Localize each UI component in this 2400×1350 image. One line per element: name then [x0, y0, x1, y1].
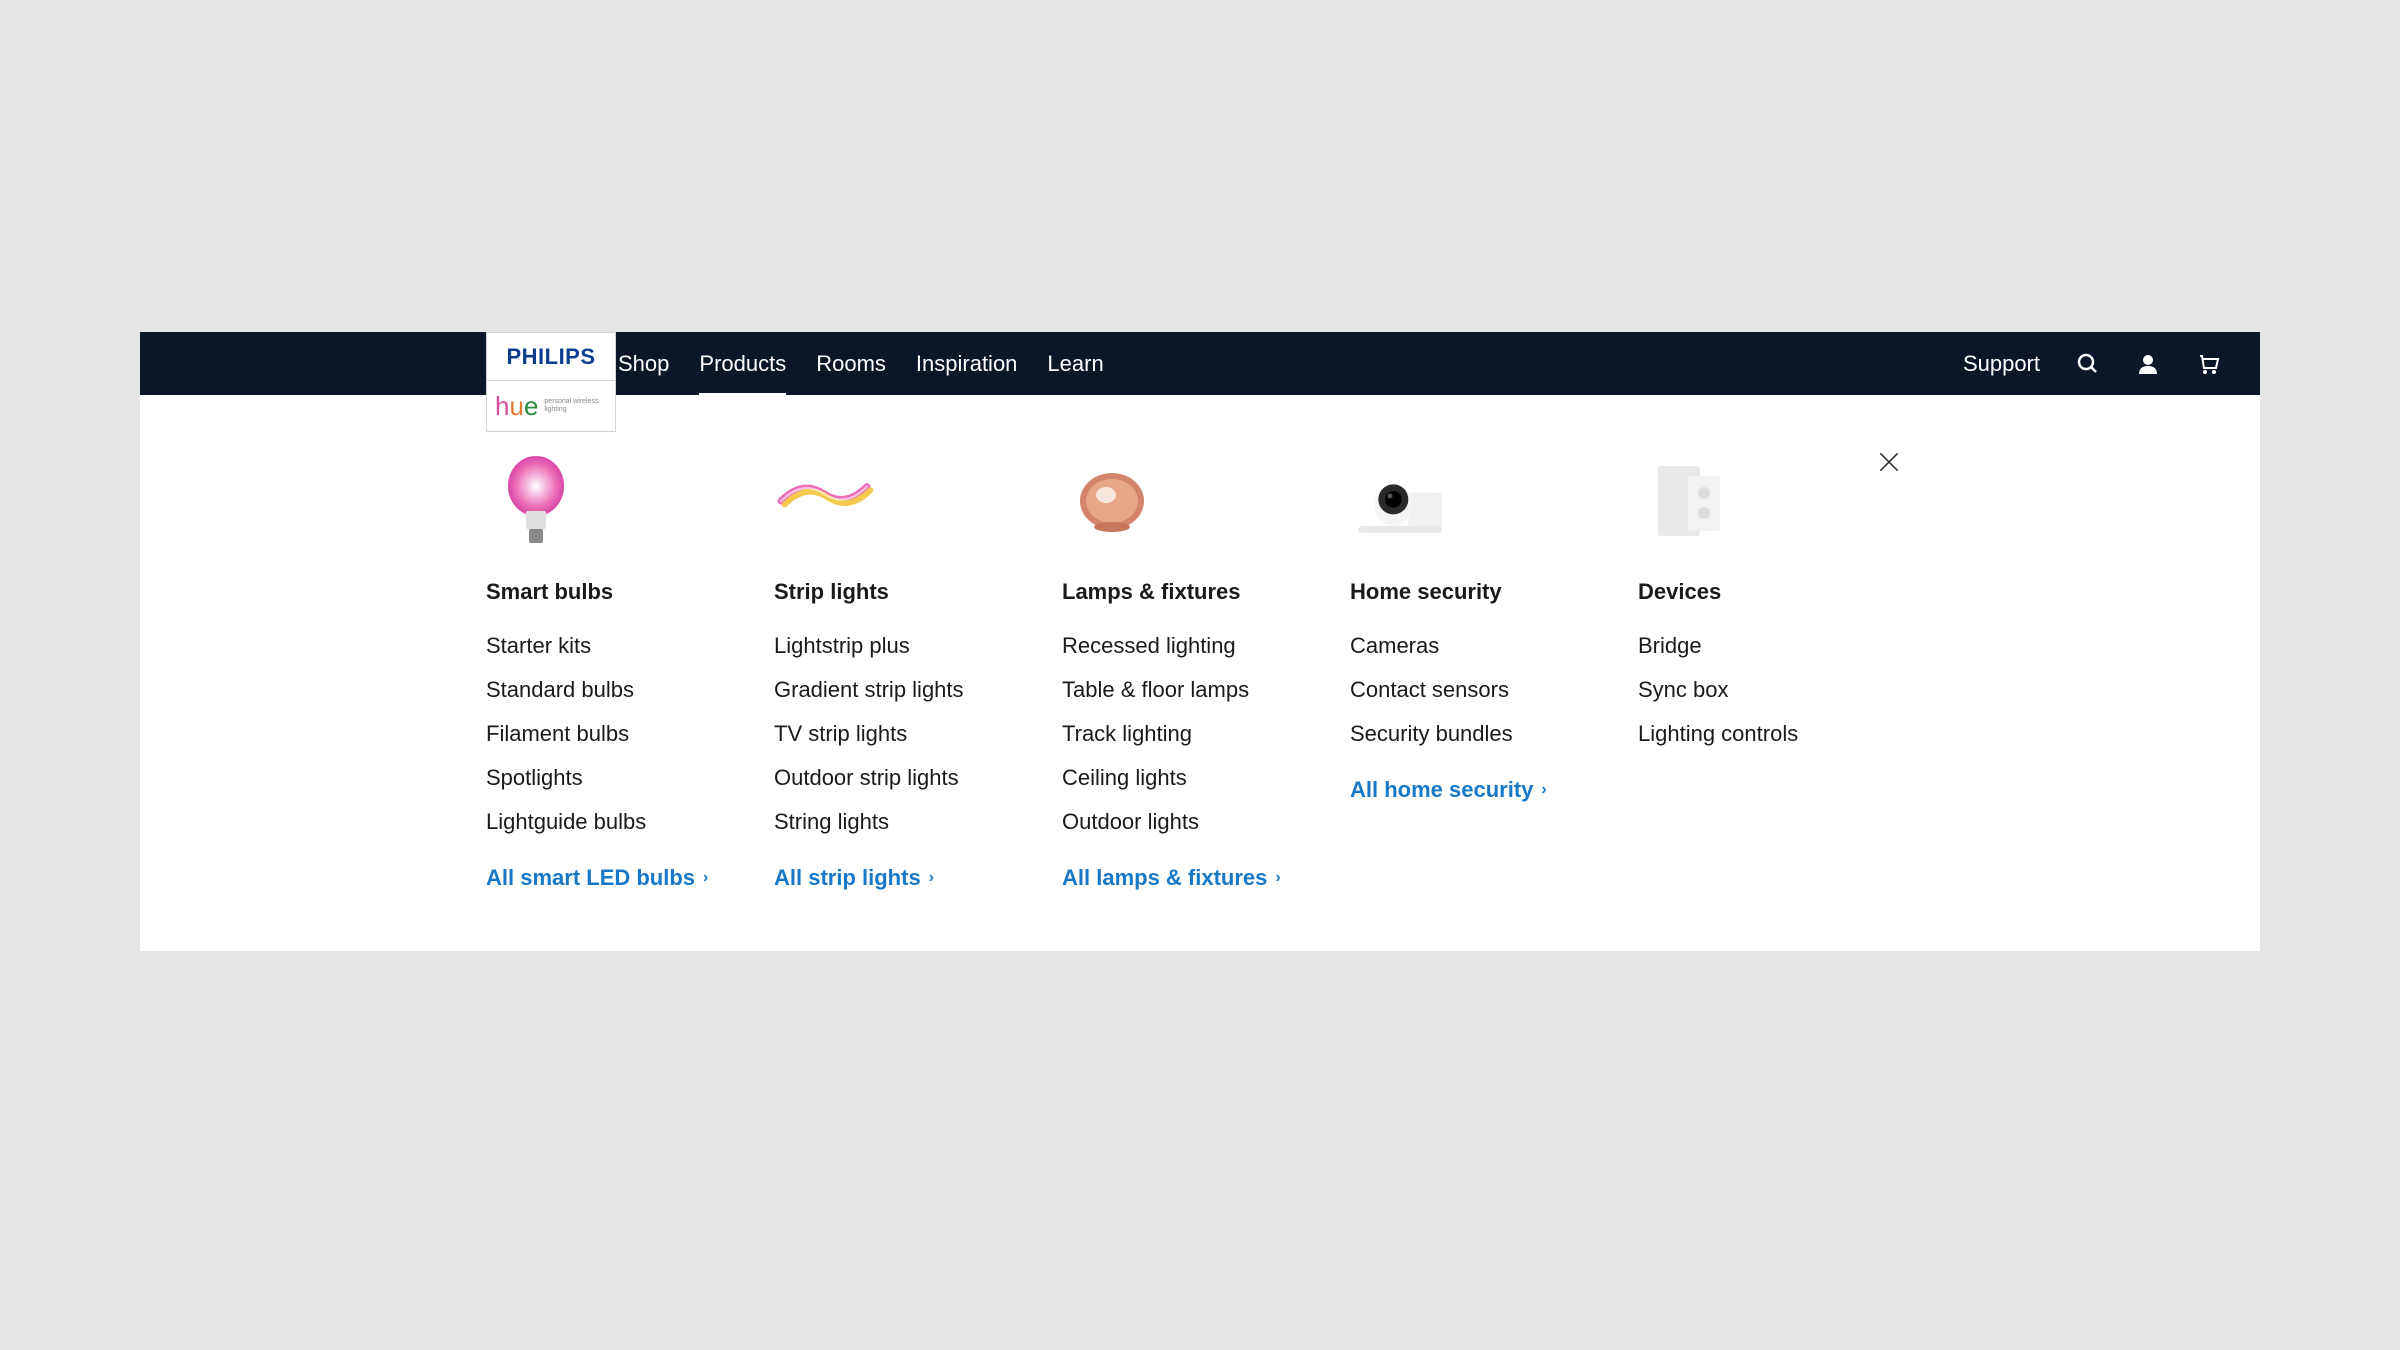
link-contact-sensors[interactable]: Contact sensors [1350, 677, 1608, 703]
device-image [1638, 451, 1738, 551]
column-links: Bridge Sync box Lighting controls [1638, 633, 1896, 747]
link-standard-bulbs[interactable]: Standard bulbs [486, 677, 744, 703]
link-bridge[interactable]: Bridge [1638, 633, 1896, 659]
link-lightstrip-plus[interactable]: Lightstrip plus [774, 633, 1032, 659]
close-icon[interactable] [1876, 449, 1902, 480]
camera-image [1350, 451, 1450, 551]
brand-logo[interactable]: PHILIPS hue personal wireless lighting [486, 332, 616, 432]
column-links: Recessed lighting Table & floor lamps Tr… [1062, 633, 1320, 891]
hue-tagline: personal wireless lighting [544, 398, 607, 413]
all-smart-led-bulbs-link[interactable]: All smart LED bulbs › [486, 865, 744, 891]
nav-rooms[interactable]: Rooms [816, 333, 886, 395]
link-recessed-lighting[interactable]: Recessed lighting [1062, 633, 1320, 659]
cart-icon[interactable] [2196, 352, 2220, 376]
nav-learn[interactable]: Learn [1047, 333, 1103, 395]
link-outdoor-strip-lights[interactable]: Outdoor strip lights [774, 765, 1032, 791]
all-home-security-link[interactable]: All home security › [1350, 777, 1608, 803]
link-lightguide-bulbs[interactable]: Lightguide bulbs [486, 809, 744, 835]
column-home-security: Home security Cameras Contact sensors Se… [1350, 451, 1608, 891]
column-lamps-fixtures: Lamps & fixtures Recessed lighting Table… [1062, 451, 1320, 891]
page-container: PHILIPS hue personal wireless lighting S… [140, 332, 2260, 951]
column-heading: Devices [1638, 579, 1896, 605]
column-links: Lightstrip plus Gradient strip lights TV… [774, 633, 1032, 891]
link-outdoor-lights[interactable]: Outdoor lights [1062, 809, 1320, 835]
products-mega-menu: Smart bulbs Starter kits Standard bulbs … [140, 395, 2260, 951]
all-link-label: All strip lights [774, 865, 921, 891]
column-links: Cameras Contact sensors Security bundles… [1350, 633, 1608, 803]
column-heading: Home security [1350, 579, 1608, 605]
link-spotlights[interactable]: Spotlights [486, 765, 744, 791]
primary-nav: Shop Products Rooms Inspiration Learn [618, 333, 1104, 395]
account-icon[interactable] [2136, 352, 2160, 376]
lamp-image [1062, 451, 1162, 551]
link-table-floor-lamps[interactable]: Table & floor lamps [1062, 677, 1320, 703]
all-lamps-fixtures-link[interactable]: All lamps & fixtures › [1062, 865, 1320, 891]
link-ceiling-lights[interactable]: Ceiling lights [1062, 765, 1320, 791]
link-lighting-controls[interactable]: Lighting controls [1638, 721, 1896, 747]
link-gradient-strip-lights[interactable]: Gradient strip lights [774, 677, 1032, 703]
support-link[interactable]: Support [1963, 351, 2040, 377]
nav-shop[interactable]: Shop [618, 333, 669, 395]
nav-products[interactable]: Products [699, 333, 786, 395]
column-strip-lights: Strip lights Lightstrip plus Gradient st… [774, 451, 1032, 891]
chevron-right-icon: › [929, 869, 934, 887]
philips-text: PHILIPS [506, 344, 595, 370]
header-bar: PHILIPS hue personal wireless lighting S… [140, 332, 2260, 395]
column-devices: Devices Bridge Sync box Lighting control… [1638, 451, 1896, 891]
chevron-right-icon: › [703, 869, 708, 887]
hue-text: hue [495, 391, 538, 422]
link-sync-box[interactable]: Sync box [1638, 677, 1896, 703]
link-starter-kits[interactable]: Starter kits [486, 633, 744, 659]
philips-wordmark: PHILIPS [487, 333, 615, 381]
column-smart-bulbs: Smart bulbs Starter kits Standard bulbs … [486, 451, 744, 891]
chevron-right-icon: › [1275, 869, 1280, 887]
link-filament-bulbs[interactable]: Filament bulbs [486, 721, 744, 747]
column-links: Starter kits Standard bulbs Filament bul… [486, 633, 744, 891]
all-link-label: All lamps & fixtures [1062, 865, 1267, 891]
mega-menu-columns: Smart bulbs Starter kits Standard bulbs … [486, 451, 1914, 891]
smart-bulb-image [486, 451, 586, 551]
link-tv-strip-lights[interactable]: TV strip lights [774, 721, 1032, 747]
link-cameras[interactable]: Cameras [1350, 633, 1608, 659]
link-track-lighting[interactable]: Track lighting [1062, 721, 1320, 747]
link-string-lights[interactable]: String lights [774, 809, 1032, 835]
strip-light-image [774, 451, 874, 551]
hue-wordmark: hue personal wireless lighting [487, 381, 615, 431]
search-icon[interactable] [2076, 352, 2100, 376]
utility-nav: Support [1963, 351, 2220, 377]
chevron-right-icon: › [1541, 781, 1546, 799]
column-heading: Smart bulbs [486, 579, 744, 605]
link-security-bundles[interactable]: Security bundles [1350, 721, 1608, 747]
column-heading: Lamps & fixtures [1062, 579, 1320, 605]
all-link-label: All home security [1350, 777, 1533, 803]
column-heading: Strip lights [774, 579, 1032, 605]
all-link-label: All smart LED bulbs [486, 865, 695, 891]
nav-inspiration[interactable]: Inspiration [916, 333, 1018, 395]
all-strip-lights-link[interactable]: All strip lights › [774, 865, 1032, 891]
